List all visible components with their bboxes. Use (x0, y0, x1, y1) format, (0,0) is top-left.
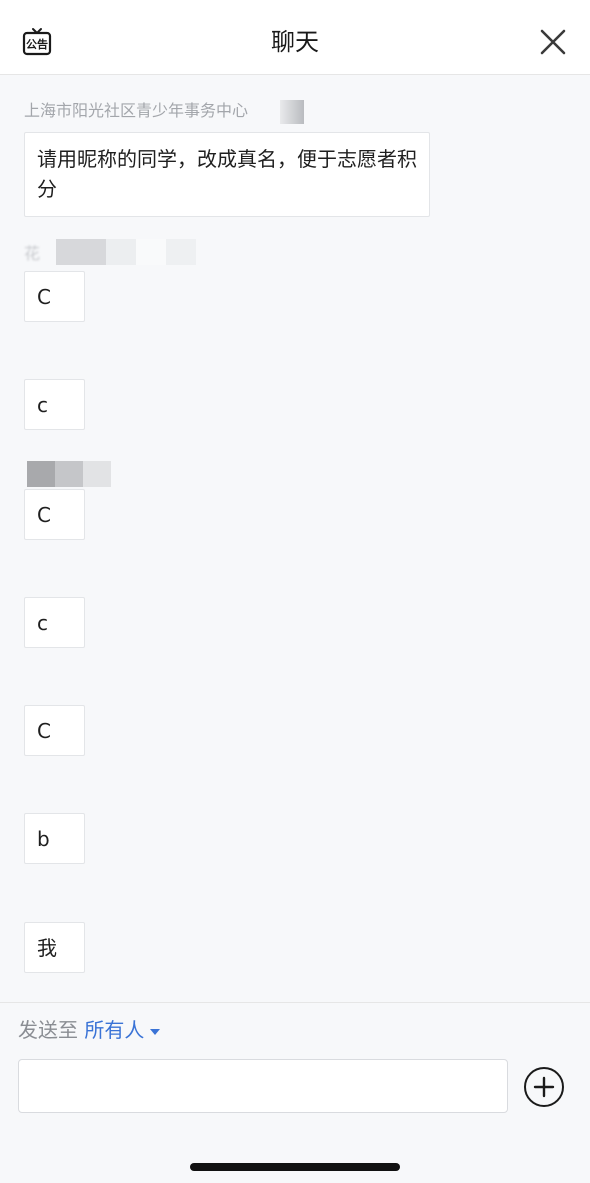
message-bubble[interactable]: 我 (24, 922, 85, 973)
redacted-sender-name (24, 567, 64, 589)
chat-header: 公告 聊天 (0, 0, 590, 75)
message-bubble[interactable]: 请用昵称的同学，改成真名，便于志愿者积分 (24, 132, 430, 217)
message-item: C (24, 457, 144, 540)
redacted-sender-name (24, 675, 80, 697)
message-bubble[interactable]: c (24, 379, 85, 430)
recipient-label: 所有人 (84, 1018, 145, 1042)
message-bubble[interactable]: C (24, 489, 85, 540)
redacted-sender-name (24, 892, 88, 914)
home-indicator (190, 1163, 400, 1171)
plus-circle-icon[interactable] (523, 1066, 565, 1108)
page-title: 聊天 (271, 28, 319, 56)
message-item: c (24, 349, 104, 430)
close-icon[interactable] (538, 27, 568, 57)
message-item: b (24, 783, 85, 864)
message-list[interactable]: 上海市阳光社区青少年事务中心 请用昵称的同学，改成真名，便于志愿者积分 花 C … (0, 75, 590, 1003)
message-bubble[interactable]: b (24, 813, 85, 864)
message-input[interactable] (18, 1059, 508, 1113)
chat-screen: 公告 聊天 上海市阳光社区青少年事务中心 请用昵称的同学，改成真名，便于志愿者积… (0, 0, 590, 1183)
message-bubble[interactable]: C (24, 271, 85, 322)
recipient-dropdown[interactable]: 所有人 (84, 1018, 161, 1042)
redacted-sender-name: 花 (24, 237, 224, 267)
chevron-down-icon (150, 1028, 161, 1035)
message-item: 花 C (24, 237, 224, 322)
message-item: 我 (24, 892, 88, 973)
redacted-sender-name (24, 349, 104, 371)
redacted-sender-name (24, 783, 80, 805)
message-item: 上海市阳光社区青少年事务中心 请用昵称的同学，改成真名，便于志愿者积分 (24, 100, 430, 217)
redacted-sender-name (24, 457, 144, 487)
footer-divider (0, 1002, 590, 1003)
message-sender: 上海市阳光社区青少年事务中心 (24, 101, 249, 120)
message-item: c (24, 567, 85, 648)
redacted-sender-suffix (280, 100, 304, 124)
send-to-row: 发送至 所有人 (18, 1014, 161, 1046)
message-item: C (24, 675, 85, 756)
message-bubble[interactable]: C (24, 705, 85, 756)
message-bubble[interactable]: c (24, 597, 85, 648)
send-to-label: 发送至 (18, 1018, 78, 1042)
